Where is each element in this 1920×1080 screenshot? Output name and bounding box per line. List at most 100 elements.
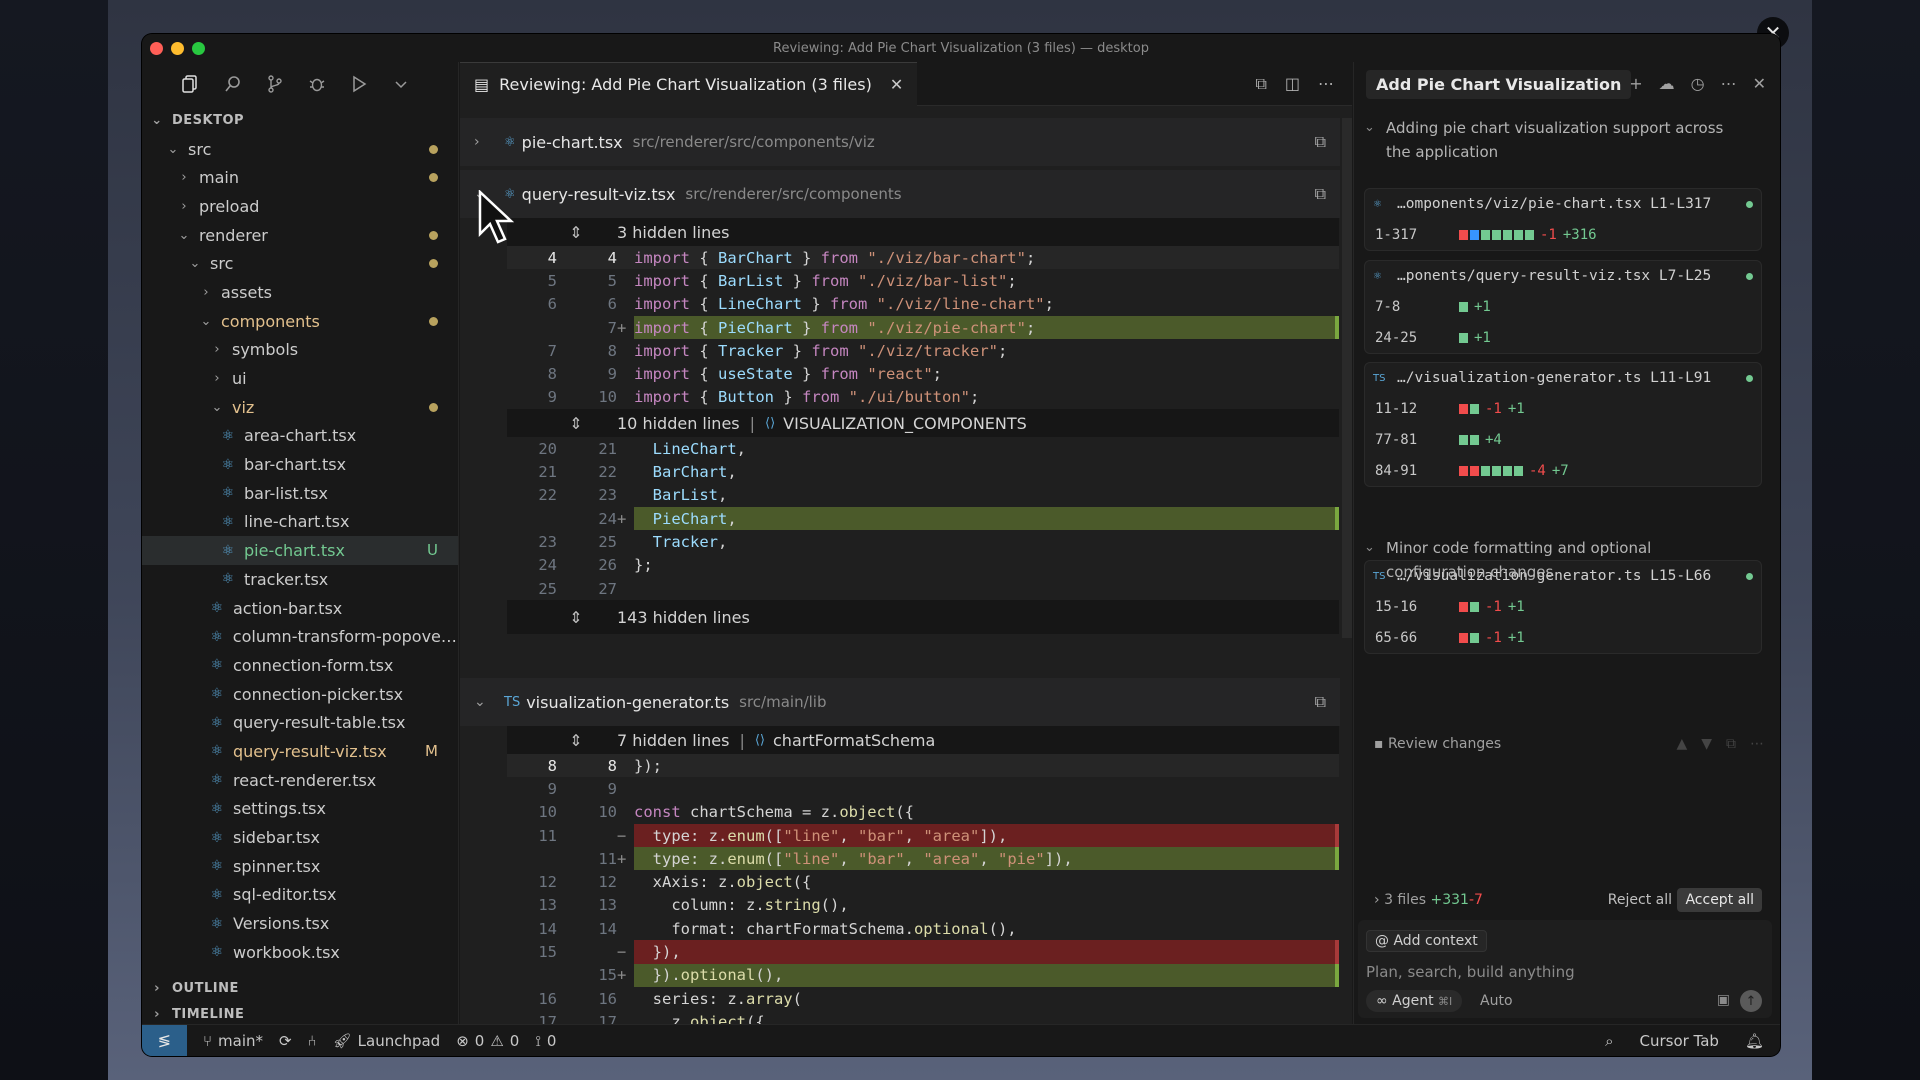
change-card[interactable]: ⚛ …ponents/query-result-viz.tsx L7-L25 7-8… [1364, 260, 1762, 354]
tree-item[interactable]: ⚛ line-chart.tsx [142, 508, 458, 537]
chevron-down-icon[interactable]: ⌄ [474, 694, 496, 710]
added-line[interactable]: 7 + import { PieChart } from "./viz/pie-ch… [507, 315, 1339, 340]
tree-item[interactable]: ⚛ action-bar.tsx [142, 594, 458, 623]
summary-files[interactable]: › 3 files +331-7 [1364, 892, 1483, 908]
chevron-right-icon[interactable]: › [474, 134, 496, 150]
code-line[interactable]: 99 [507, 777, 1339, 800]
added-line[interactable]: 11 + type: z.enum(["line", "bar", "area",… [507, 847, 1339, 871]
model-select[interactable]: Auto [1480, 993, 1513, 1009]
removed-line[interactable]: 11 − type: z.enum(["line", "bar", "area"]… [507, 823, 1339, 848]
plus-icon[interactable]: + [1629, 74, 1642, 93]
change-range-row[interactable]: 1-317 -1 +316 [1365, 219, 1761, 250]
tree-item[interactable]: ⚛ spinner.tsx [142, 852, 458, 881]
copy-icon[interactable]: ⧉ [1315, 184, 1326, 204]
more-icon[interactable]: ⋯ [1721, 74, 1737, 93]
launchpad-button[interactable]: 🚀︎ Launchpad [333, 1032, 441, 1050]
expand-icon[interactable]: ⇕ [507, 608, 617, 627]
code-line[interactable]: 16 16 series: z.array( [507, 987, 1339, 1010]
change-range-row[interactable]: 77-81 +4 [1365, 424, 1761, 455]
diff-file-header[interactable]: ⌄ ⚛ query-result-viz.tsx src/renderer/sr… [460, 170, 1340, 218]
sync-icon[interactable]: ⟳ [279, 1032, 292, 1050]
reject-all-button[interactable]: Reject all [1608, 892, 1672, 908]
tree-item[interactable]: ⚛ react-renderer.tsx [142, 766, 458, 795]
ports-indicator[interactable]: ⟟ 0 [535, 1032, 556, 1050]
send-button[interactable]: ↑ [1740, 990, 1762, 1012]
minimize-window-button[interactable] [171, 42, 184, 55]
tree-item[interactable]: ⚛ pie-chart.tsx U [142, 536, 458, 565]
code-line[interactable]: 24 26}; [507, 554, 1339, 577]
tab-review[interactable]: ▤ Reviewing: Add Pie Chart Visualization… [460, 61, 918, 106]
search-icon[interactable] [222, 73, 244, 95]
tree-item[interactable]: › main [142, 163, 458, 192]
change-range-row[interactable]: 15-16 -1 +1 [1365, 591, 1761, 622]
change-card[interactable]: ⚛ …omponents/viz/pie-chart.tsx L1-L317 1-3… [1364, 188, 1762, 251]
change-group-heading[interactable]: ⌄ Adding pie chart visualization support… [1354, 116, 1749, 164]
diff-file-header[interactable]: › ⚛ pie-chart.tsx src/renderer/src/compo… [460, 118, 1340, 166]
more-icon[interactable]: ⋯ [1750, 736, 1764, 752]
change-card-header[interactable]: ⚛ …ponents/query-result-viz.tsx L7-L25 [1365, 261, 1761, 291]
review-changes[interactable]: ▪ Review changes [1374, 736, 1501, 752]
expand-icon[interactable]: ⇕ [507, 731, 617, 750]
hidden-lines-row[interactable]: ⇕ 7 hidden lines | ⟨⟩ chartFormatSchema [507, 726, 1339, 754]
tree-item[interactable]: › symbols [142, 336, 458, 365]
change-range-row[interactable]: 84-91 -4 +7 [1365, 455, 1761, 486]
tree-item[interactable]: ⌄ viz [142, 393, 458, 422]
run-icon[interactable] [348, 73, 370, 95]
change-card-header[interactable]: TS …/visualization-generator.ts L11-L91 [1365, 363, 1761, 393]
tree-item[interactable]: ⚛ query-result-table.tsx [142, 708, 458, 737]
added-line[interactable]: 24 + PieChart, [507, 506, 1339, 531]
code-line[interactable]: 21 22 BarChart, [507, 460, 1339, 483]
history-icon[interactable]: ◷ [1691, 74, 1705, 93]
chat-tab[interactable]: Add Pie Chart Visualization [1366, 69, 1632, 99]
code-line[interactable]: 4 4 import { BarChart } from "./viz/bar-ch… [507, 246, 1339, 270]
debug-icon[interactable] [306, 73, 328, 95]
change-range-row[interactable]: 24-25 +1 [1365, 322, 1761, 353]
add-context-button[interactable]: @ Add context [1366, 930, 1487, 952]
hidden-lines-row[interactable]: ⇕ 143 hidden lines [507, 600, 1339, 635]
editor-scrollbar[interactable] [1342, 118, 1352, 638]
tree-item[interactable]: ⚛ area-chart.tsx [142, 422, 458, 451]
change-range-row[interactable]: 11-12 -1 +1 [1365, 393, 1761, 424]
tree-item[interactable]: › preload [142, 192, 458, 221]
change-range-row[interactable]: 7-8 +1 [1365, 291, 1761, 322]
tree-item[interactable]: ⌄ src [142, 249, 458, 278]
tree-item[interactable]: ⚛ workbook.tsx [142, 938, 458, 967]
code-line[interactable]: 9 10 import { Button } from "./ui/button"; [507, 386, 1339, 409]
code-line[interactable]: 6 6 import { LineChart } from "./viz/line-… [507, 293, 1339, 316]
image-icon[interactable]: ▣ [1717, 992, 1730, 1008]
git-graph-icon[interactable]: ⑃ [308, 1032, 317, 1050]
tree-item[interactable]: ⌄ renderer [142, 221, 458, 250]
thumbs-down-icon[interactable]: ▼ [1701, 736, 1712, 752]
code-line[interactable]: 8 9 import { useState } from "react"; [507, 362, 1339, 385]
tree-item[interactable]: ⚛ settings.tsx [142, 795, 458, 824]
zoom-window-button[interactable] [192, 42, 205, 55]
change-range-row[interactable]: 65-66 -1 +1 [1365, 622, 1761, 653]
branch-indicator[interactable]: ⑂ main* [203, 1032, 263, 1050]
zoom-icon[interactable]: ⌕ [1605, 1032, 1613, 1050]
close-icon[interactable]: ✕ [1753, 74, 1766, 93]
more-icon[interactable]: ⋯ [1318, 74, 1334, 94]
diff-file-header[interactable]: ⌄ TS visualization-generator.ts src/main… [460, 678, 1340, 726]
copy-icon[interactable]: ⧉ [1315, 132, 1326, 152]
code-line[interactable]: 14 14 format: chartFormatSchema.optional(… [507, 917, 1339, 940]
cursor-tab-label[interactable]: Cursor Tab [1639, 1032, 1718, 1050]
chat-input[interactable] [1366, 960, 1746, 984]
removed-line[interactable]: 15 − }), [507, 940, 1339, 964]
change-card-header[interactable]: ⚛ …omponents/viz/pie-chart.tsx L1-L317 [1365, 189, 1761, 219]
tree-item[interactable]: ⚛ Versions.tsx [142, 909, 458, 938]
tree-item[interactable]: ⚛ sql-editor.tsx [142, 881, 458, 910]
code-line[interactable]: 22 23 BarList, [507, 484, 1339, 507]
files-icon[interactable] [180, 73, 202, 95]
open-changes-icon[interactable]: ⧉ [1255, 74, 1266, 94]
code-line[interactable]: 13 13 column: z.string(), [507, 894, 1339, 917]
copy-icon[interactable]: ⧉ [1315, 692, 1326, 712]
code-line[interactable]: 23 25 Tracker, [507, 530, 1339, 553]
close-window-button[interactable] [150, 42, 163, 55]
expand-icon[interactable]: ⇕ [507, 414, 617, 433]
bell-icon[interactable]: 🔔︎ [1745, 1032, 1764, 1050]
agent-mode-select[interactable]: ∞ Agent ⌘I [1366, 990, 1463, 1012]
tree-item[interactable]: › ui [142, 364, 458, 393]
code-line[interactable]: 25 27 [507, 577, 1339, 600]
tree-item[interactable]: ⚛ bar-chart.tsx [142, 450, 458, 479]
code-line[interactable]: 7 8 import { Tracker } from "./viz/tracker… [507, 339, 1339, 362]
